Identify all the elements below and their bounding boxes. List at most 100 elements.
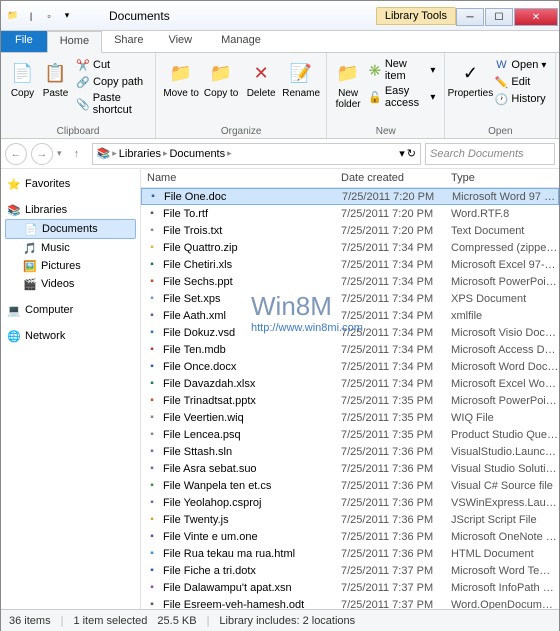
column-name[interactable]: Name [141, 172, 341, 184]
file-date: 7/25/2011 7:34 PM [341, 327, 451, 339]
sidebar-item-documents[interactable]: 📄Documents [5, 219, 136, 239]
file-name: File Chetiri.xls [163, 259, 341, 271]
sidebar-item-videos[interactable]: 🎬Videos [5, 275, 136, 293]
copyto-button[interactable]: 📁Copy to [202, 55, 240, 125]
newfolder-button[interactable]: 📁New folder [333, 55, 363, 125]
column-date[interactable]: Date created [341, 172, 451, 184]
file-row[interactable]: ▪File To.rtf7/25/2011 7:20 PMWord.RTF.8 [141, 205, 559, 222]
column-type[interactable]: Type [451, 172, 559, 184]
file-row[interactable]: ▪File Yeolahop.csproj7/25/2011 7:36 PMVS… [141, 494, 559, 511]
file-row[interactable]: ▪File Aath.xml7/25/2011 7:34 PMxmlfile [141, 307, 559, 324]
back-button[interactable]: ← [5, 143, 27, 165]
recent-dropdown[interactable]: ▾ [57, 148, 62, 159]
file-row[interactable]: ▪File Once.docx7/25/2011 7:34 PMMicrosof… [141, 358, 559, 375]
file-row[interactable]: ▪File Dalawampu't apat.xsn7/25/2011 7:37… [141, 579, 559, 596]
file-row[interactable]: ▪File Sechs.ppt7/25/2011 7:34 PMMicrosof… [141, 273, 559, 290]
tab-manage[interactable]: Manage [209, 31, 274, 52]
copy-button[interactable]: 📄Copy [7, 55, 38, 125]
pasteshortcut-button[interactable]: 📎Paste shortcut [73, 91, 149, 117]
easyaccess-button[interactable]: 🔓Easy access ▾ [365, 84, 438, 110]
file-row[interactable]: ▪File Esreem-veh-hamesh.odt7/25/2011 7:3… [141, 596, 559, 609]
group-new: New [333, 125, 438, 138]
file-type: Word.OpenDocumentText.12 [451, 599, 559, 610]
maximize-button[interactable]: ☐ [485, 8, 513, 26]
delete-button[interactable]: ✕Delete [242, 55, 280, 125]
file-type: Visual Studio Solution User ... [451, 463, 559, 475]
file-icon: ▪ [144, 547, 160, 561]
sidebar-network[interactable]: 🌐Network [5, 327, 136, 345]
file-row[interactable]: ▪File Chetiri.xls7/25/2011 7:34 PMMicros… [141, 256, 559, 273]
file-row[interactable]: ▪File Ten.mdb7/25/2011 7:34 PMMicrosoft … [141, 341, 559, 358]
history-button[interactable]: 🕐History [491, 91, 549, 107]
file-pane: Name Date created Type ▪File One.doc7/25… [141, 169, 559, 609]
up-button[interactable]: ↑ [66, 143, 88, 165]
file-icon: ▪ [144, 309, 160, 323]
edit-button[interactable]: ✏️Edit [491, 74, 549, 90]
tab-home[interactable]: Home [47, 31, 102, 53]
rename-button[interactable]: 📝Rename [282, 55, 320, 125]
chevron-right-icon[interactable]: ▸ [227, 148, 232, 159]
file-row[interactable]: ▪File Fiche a tri.dotx7/25/2011 7:37 PMM… [141, 562, 559, 579]
tab-share[interactable]: Share [102, 31, 156, 52]
sidebar-computer[interactable]: 💻Computer [5, 301, 136, 319]
forward-button[interactable]: → [31, 143, 53, 165]
sidebar-favorites[interactable]: ⭐Favorites [5, 175, 136, 193]
column-headers: Name Date created Type [141, 169, 559, 188]
file-row[interactable]: ▪File Sttash.sln7/25/2011 7:36 PMVisualS… [141, 443, 559, 460]
chevron-right-icon[interactable]: ▸ [112, 148, 117, 159]
file-row[interactable]: ▪File Quattro.zip7/25/2011 7:34 PMCompre… [141, 239, 559, 256]
paste-button[interactable]: 📋Paste [40, 55, 71, 125]
file-row[interactable]: ▪File Lencea.psq7/25/2011 7:35 PMProduct… [141, 426, 559, 443]
folder-icon: 📁 [5, 8, 21, 24]
file-name: File Twenty.js [163, 514, 341, 526]
file-icon: ▪ [144, 581, 160, 595]
videos-icon: 🎬 [23, 277, 37, 291]
close-button[interactable]: ✕ [514, 8, 558, 26]
sidebar-libraries[interactable]: 📚Libraries [5, 201, 136, 219]
file-date: 7/25/2011 7:34 PM [341, 242, 451, 254]
library-tools-tab[interactable]: Library Tools [376, 7, 456, 25]
copypath-button[interactable]: 🔗Copy path [73, 74, 149, 90]
breadcrumb-libraries[interactable]: Libraries [119, 148, 161, 160]
file-row[interactable]: ▪File Trois.txt7/25/2011 7:20 PMText Doc… [141, 222, 559, 239]
chevron-right-icon[interactable]: ▸ [163, 148, 168, 159]
copypath-icon: 🔗 [76, 75, 90, 89]
file-list[interactable]: ▪File One.doc7/25/2011 7:20 PMMicrosoft … [141, 188, 559, 609]
file-icon: ▪ [144, 326, 160, 340]
sidebar-item-pictures[interactable]: 🖼️Pictures [5, 257, 136, 275]
moveto-button[interactable]: 📁Move to [162, 55, 200, 125]
minimize-button[interactable]: ─ [456, 8, 484, 26]
file-type: VisualStudio.Launcher.sln [451, 446, 559, 458]
status-locations[interactable]: Library includes: 2 locations [219, 615, 355, 627]
file-row[interactable]: ▪File Rua tekau ma rua.html7/25/2011 7:3… [141, 545, 559, 562]
sidebar-item-music[interactable]: 🎵Music [5, 239, 136, 257]
file-row[interactable]: ▪File Trinadtsat.pptx7/25/2011 7:35 PMMi… [141, 392, 559, 409]
cut-button[interactable]: ✂️Cut [73, 57, 149, 73]
file-row[interactable]: ▪File Wanpela ten et.cs7/25/2011 7:36 PM… [141, 477, 559, 494]
chevron-down-icon[interactable]: ▾ [399, 147, 405, 160]
file-date: 7/25/2011 7:36 PM [341, 497, 451, 509]
refresh-icon[interactable]: ↻ [407, 147, 416, 160]
breadcrumb-documents[interactable]: Documents [169, 148, 225, 160]
newitem-button[interactable]: ✳️New item ▾ [365, 57, 438, 83]
file-name: File Rua tekau ma rua.html [163, 548, 341, 560]
file-date: 7/25/2011 7:34 PM [341, 344, 451, 356]
file-row[interactable]: ▪File Veertien.wiq7/25/2011 7:35 PMWIQ F… [141, 409, 559, 426]
file-row[interactable]: ▪File Set.xps7/25/2011 7:34 PMXPS Docume… [141, 290, 559, 307]
file-row[interactable]: ▪File One.doc7/25/2011 7:20 PMMicrosoft … [141, 188, 559, 205]
open-button[interactable]: WOpen ▾ [491, 57, 549, 73]
qat-properties-icon[interactable]: ▫ [41, 8, 57, 24]
search-input[interactable]: Search Documents [425, 143, 555, 165]
file-row[interactable]: ▪File Davazdah.xlsx7/25/2011 7:34 PMMicr… [141, 375, 559, 392]
tab-file[interactable]: File [1, 31, 47, 52]
qat-dropdown-icon[interactable]: ▾ [59, 8, 75, 24]
file-row[interactable]: ▪File Asra sebat.suo7/25/2011 7:36 PMVis… [141, 460, 559, 477]
file-row[interactable]: ▪File Dokuz.vsd7/25/2011 7:34 PMMicrosof… [141, 324, 559, 341]
file-row[interactable]: ▪File Vinte e um.one7/25/2011 7:36 PMMic… [141, 528, 559, 545]
tab-view[interactable]: View [156, 31, 205, 52]
rename-icon: 📝 [287, 59, 315, 87]
file-row[interactable]: ▪File Twenty.js7/25/2011 7:36 PMJScript … [141, 511, 559, 528]
properties-button[interactable]: ✓Properties [451, 55, 489, 125]
breadcrumb[interactable]: 📚 ▸ Libraries ▸ Documents ▸ ▾ ↻ [92, 143, 421, 165]
file-type: WIQ File [451, 412, 559, 424]
